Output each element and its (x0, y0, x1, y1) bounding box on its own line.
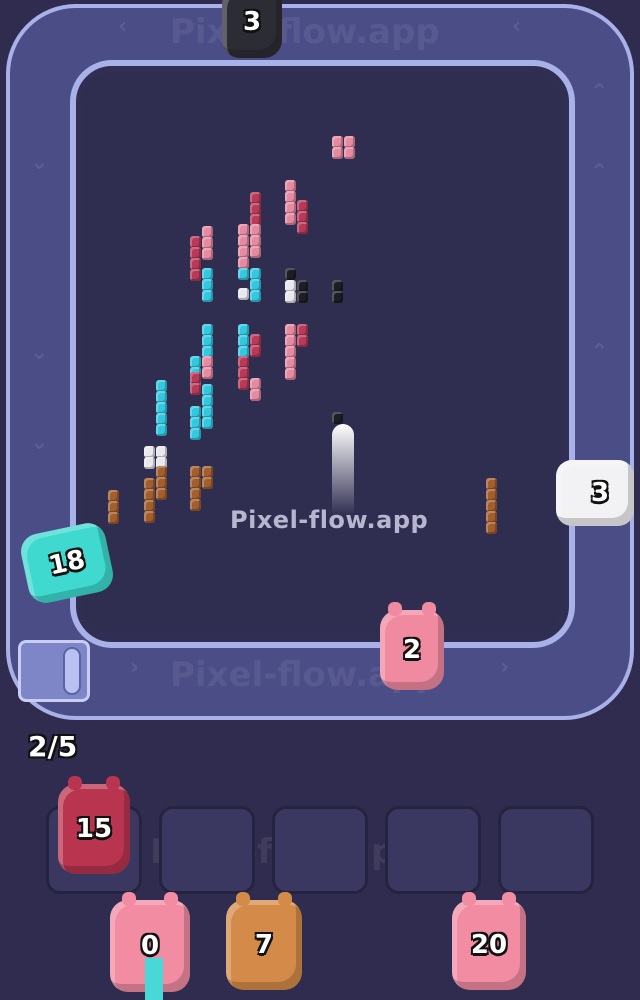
queue-slot[interactable] (498, 806, 594, 894)
ear-icon (164, 892, 178, 906)
pixel-block (285, 368, 296, 380)
waiting-unit-brown[interactable]: 7 (226, 892, 302, 990)
ear-icon (68, 776, 82, 790)
pixel-block (332, 147, 343, 159)
pixel-block (202, 417, 213, 429)
track-arrow-icon: ⌃ (590, 340, 609, 365)
conveyor-capacity-counter: 2/5 (28, 730, 78, 763)
pixel-block (190, 383, 201, 395)
pixel-block (332, 291, 343, 303)
pixel-block (285, 213, 296, 225)
pixel-block (202, 290, 213, 302)
pixel-block (144, 511, 155, 523)
pixel-block (108, 512, 119, 524)
track-arrow-icon: ‹ (512, 14, 522, 39)
pixel-block (250, 246, 261, 258)
track-arrow-icon: ⌃ (590, 160, 609, 185)
projectile-shot (332, 424, 354, 516)
unit-count: 3 (242, 7, 262, 37)
track-arrow-icon: ⌄ (30, 150, 49, 175)
pixel-block (250, 290, 261, 302)
ear-icon (462, 892, 476, 906)
ear-icon (236, 892, 250, 906)
unit-count: 2 (402, 635, 422, 665)
track-arrow-icon: ⌄ (30, 430, 49, 455)
track-arrow-icon: › (500, 655, 510, 680)
pixel-block (250, 389, 261, 401)
track-unit-white[interactable]: 3 (556, 460, 634, 526)
pixel-block (190, 269, 201, 281)
pixel-block (156, 488, 167, 500)
unit-count: 20 (470, 930, 508, 960)
unit-count: 7 (254, 930, 274, 960)
pixel-block (297, 222, 308, 234)
track-unit-black[interactable]: 3 (222, 0, 282, 58)
pixel-block (332, 412, 343, 424)
ear-icon (106, 776, 120, 790)
track-arrow-icon: ⌃ (590, 80, 609, 105)
pixel-block (297, 335, 308, 347)
pixel-block (144, 457, 155, 469)
unit-count: 0 (140, 931, 160, 961)
pixel-block (202, 367, 213, 379)
queue-slot[interactable] (272, 806, 368, 894)
pixel-block (190, 428, 201, 440)
unit-count: 18 (46, 544, 88, 582)
ear-icon (422, 602, 436, 616)
track-arrow-icon: › (130, 655, 140, 680)
center-watermark: Pixel-flow.app (230, 506, 429, 534)
track-arrow-icon: ‹ (118, 14, 128, 39)
pixel-block (285, 291, 296, 303)
pixel-block (238, 288, 249, 300)
pixel-block (486, 522, 497, 534)
queue-slot[interactable] (159, 806, 255, 894)
queue-slot[interactable] (385, 806, 481, 894)
dispenser-cylinder (63, 647, 81, 695)
ear-icon (502, 892, 516, 906)
pixel-block (285, 268, 296, 280)
pixel-board (82, 74, 562, 634)
pixel-block (297, 291, 308, 303)
track-arrow-icon: ⌄ (30, 340, 49, 365)
track-unit-pink[interactable]: 2 (380, 602, 444, 690)
feed-tube (145, 958, 163, 1000)
unit-count: 15 (75, 814, 113, 844)
ear-icon (388, 602, 402, 616)
pixel-block (202, 477, 213, 489)
pixel-block (190, 499, 201, 511)
track-watermark: Pixel-flow.app (170, 12, 440, 52)
ear-icon (122, 892, 136, 906)
pixel-block (344, 147, 355, 159)
pixel-block (250, 345, 261, 357)
conveyor-dispenser (18, 640, 90, 702)
queued-unit-red[interactable]: 15 (58, 776, 130, 874)
pixel-block (238, 268, 249, 280)
pixel-block (238, 378, 249, 390)
waiting-unit-pink-2[interactable]: 20 (452, 892, 526, 990)
pixel-block (156, 424, 167, 436)
unit-count: 3 (590, 478, 610, 508)
pixel-block (202, 248, 213, 260)
ear-icon (278, 892, 292, 906)
